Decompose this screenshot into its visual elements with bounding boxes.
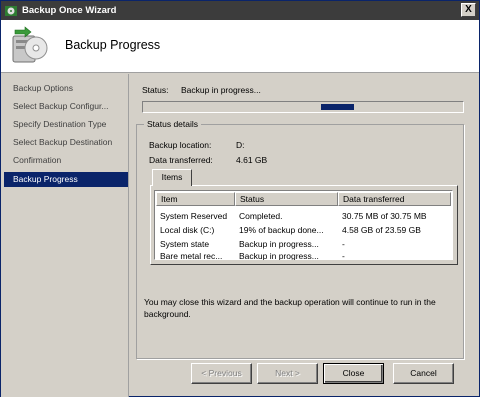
- list-item[interactable]: System state Backup in progress... -: [156, 237, 451, 251]
- window-title: Backup Once Wizard: [22, 5, 117, 16]
- item-status: 19% of backup done...: [239, 225, 324, 235]
- backup-location-value: D:: [236, 140, 245, 150]
- list-item[interactable]: Bare metal rec... Backup in progress... …: [156, 251, 451, 260]
- items-list[interactable]: Item Status Data transferred System Rese…: [154, 190, 453, 260]
- column-header-data-transferred[interactable]: Data transferred: [338, 192, 451, 206]
- next-button[interactable]: Next >: [257, 363, 318, 384]
- item-name: System state: [160, 239, 210, 249]
- close-wizard-note: You may close this wizard and the backup…: [144, 297, 436, 319]
- close-button[interactable]: Close: [323, 363, 384, 384]
- status-value: Backup in progress...: [181, 85, 261, 95]
- data-transferred-value: 4.61 GB: [236, 155, 268, 165]
- step-select-backup-configuration[interactable]: Select Backup Configur...: [4, 99, 128, 114]
- wizard-steps-sidebar: Backup Options Select Backup Configur...…: [1, 74, 129, 397]
- progress-marquee: [321, 104, 354, 110]
- page-title: Backup Progress: [65, 38, 161, 52]
- backup-app-icon: [5, 5, 17, 16]
- wizard-window: Backup Once Wizard X Backup Progress Bac…: [0, 0, 480, 397]
- item-data-transferred: -: [342, 239, 345, 249]
- step-specify-destination-type[interactable]: Specify Destination Type: [4, 117, 128, 132]
- item-name: System Reserved: [160, 211, 228, 221]
- item-status: Backup in progress...: [239, 239, 319, 249]
- title-bar[interactable]: Backup Once Wizard X: [1, 1, 479, 20]
- tab-items[interactable]: Items: [152, 169, 192, 186]
- status-details-title: Status details: [144, 119, 202, 129]
- backup-location-label: Backup location:: [149, 140, 212, 150]
- item-data-transferred: 4.58 GB of 23.59 GB: [342, 225, 421, 235]
- status-label: Status:: [142, 85, 169, 95]
- item-data-transferred: -: [342, 251, 345, 260]
- step-select-backup-destination[interactable]: Select Backup Destination: [4, 135, 128, 150]
- column-header-item[interactable]: Item: [156, 192, 235, 206]
- close-window-button[interactable]: X: [461, 3, 476, 17]
- item-data-transferred: 30.75 MB of 30.75 MB: [342, 211, 427, 221]
- previous-button[interactable]: < Previous: [191, 363, 252, 384]
- item-name: Local disk (C:): [160, 225, 215, 235]
- item-status: Completed.: [239, 211, 283, 221]
- data-transferred-label: Data transferred:: [149, 155, 213, 165]
- wizard-header: Backup Progress: [1, 20, 479, 73]
- list-item[interactable]: System Reserved Completed. 30.75 MB of 3…: [156, 209, 451, 223]
- list-item[interactable]: Local disk (C:) 19% of backup done... 4.…: [156, 223, 451, 237]
- backup-disk-icon: [12, 26, 48, 63]
- step-confirmation[interactable]: Confirmation: [4, 153, 128, 168]
- item-name: Bare metal rec...: [160, 251, 223, 260]
- cancel-button[interactable]: Cancel: [393, 363, 454, 384]
- step-backup-options[interactable]: Backup Options: [4, 81, 128, 96]
- backup-progress-bar: [142, 101, 464, 113]
- items-list-header: Item Status Data transferred: [156, 192, 451, 206]
- wizard-content: Status: Backup in progress... Status det…: [130, 74, 479, 397]
- item-status: Backup in progress...: [239, 251, 319, 260]
- column-header-status[interactable]: Status: [235, 192, 338, 206]
- step-backup-progress[interactable]: Backup Progress: [4, 172, 128, 187]
